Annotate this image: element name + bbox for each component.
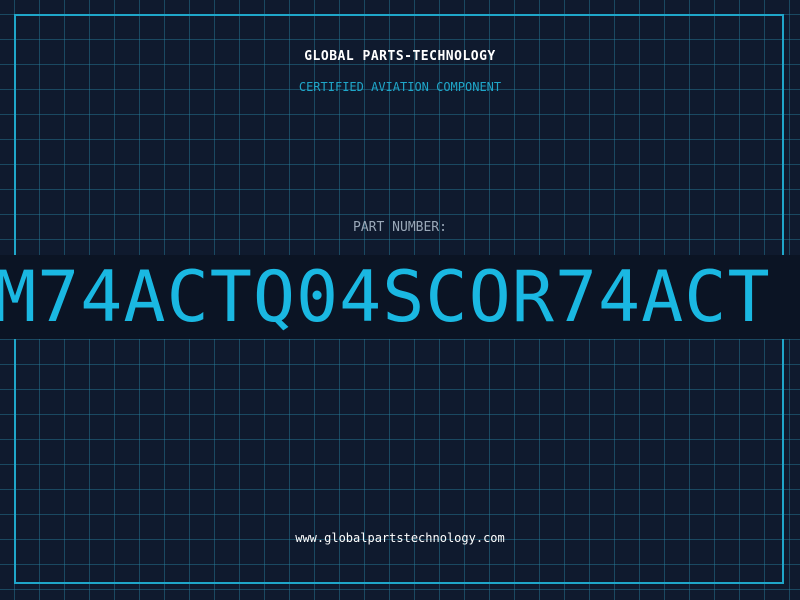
- certification-tagline: CERTIFIED AVIATION COMPONENT: [298, 80, 502, 94]
- part-number-value: M74ACTQ04SCOR74ACT: [0, 256, 771, 338]
- page: GLOBAL PARTS-TECHNOLOGY CERTIFIED AVIATI…: [0, 0, 800, 600]
- part-number-label: PART NUMBER:: [353, 220, 447, 235]
- company-name: GLOBAL PARTS-TECHNOLOGY: [304, 49, 496, 64]
- part-number-band: M74ACTQ04SCOR74ACT: [0, 255, 800, 339]
- website-url: www.globalpartstechnology.com: [295, 531, 505, 545]
